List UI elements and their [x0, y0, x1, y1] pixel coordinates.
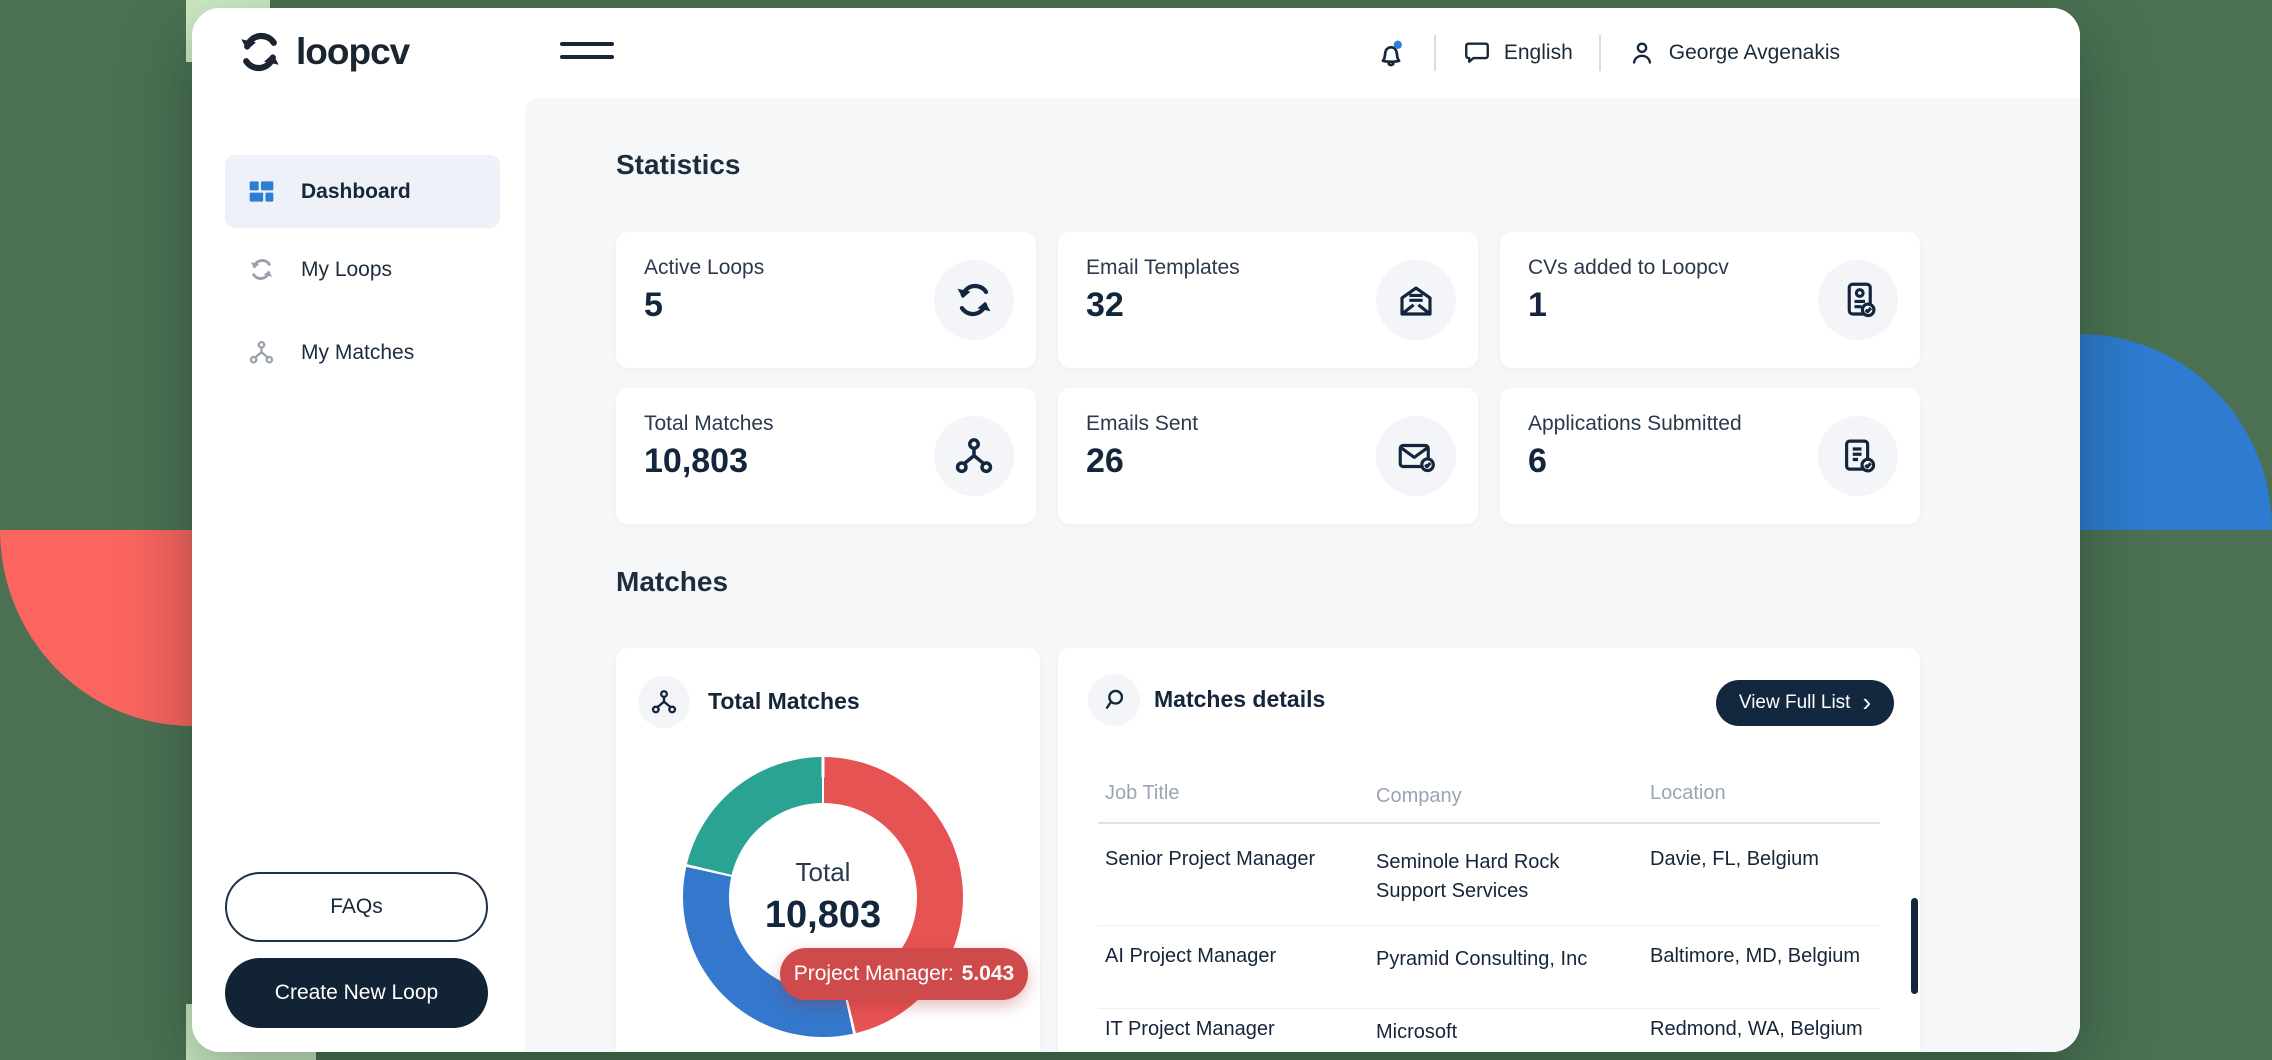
- table-header-divider: [1098, 822, 1880, 824]
- stat-card-cvs-added: CVs added to Loopcv 1: [1500, 232, 1920, 368]
- language-selector[interactable]: English: [1462, 38, 1573, 68]
- search-icon: [1100, 686, 1128, 714]
- loop-icon: [248, 256, 275, 283]
- cv-check-icon: [1837, 279, 1879, 321]
- table-row-divider: [1098, 1008, 1880, 1009]
- table-cell-location: Baltimore, MD, Belgium: [1650, 945, 1860, 968]
- table-row-divider: [1098, 925, 1880, 926]
- create-new-loop-label: Create New Loop: [275, 981, 438, 1005]
- loopcv-logo[interactable]: loopcv: [236, 28, 409, 76]
- mail-check-icon: [1395, 435, 1437, 477]
- top-header: loopcv English: [192, 8, 2080, 98]
- sidebar: Dashboard My Loops My Matches F: [192, 98, 525, 1052]
- donut-total-label: Total: [796, 857, 851, 888]
- stat-label: Active Loops: [644, 256, 764, 280]
- stat-label: CVs added to Loopcv: [1528, 256, 1729, 280]
- document-check-icon: [1837, 435, 1879, 477]
- matches-details-title: Matches details: [1154, 686, 1325, 713]
- sidebar-item-my-loops[interactable]: My Loops: [225, 233, 500, 306]
- matches-details-panel: Matches details View Full List › Job Tit…: [1058, 648, 1920, 1052]
- create-new-loop-button[interactable]: Create New Loop: [225, 958, 488, 1028]
- red-quarter-circle-decoration: [0, 530, 192, 726]
- view-full-list-button[interactable]: View Full List ›: [1716, 680, 1894, 726]
- loop-logo-icon: [236, 28, 284, 76]
- chat-bubble-icon: [1462, 38, 1492, 68]
- share-network-icon: [248, 339, 275, 366]
- stat-value: 10,803: [644, 442, 748, 481]
- mail-template-icon: [1395, 279, 1437, 321]
- column-header-location: Location: [1650, 782, 1726, 805]
- table-cell-company: Microsoft: [1376, 1018, 1626, 1047]
- stat-label: Email Templates: [1086, 256, 1240, 280]
- stat-value: 26: [1086, 442, 1124, 481]
- stat-value: 32: [1086, 286, 1124, 325]
- tooltip-label: Project Manager:: [794, 962, 954, 986]
- stat-label: Applications Submitted: [1528, 412, 1742, 436]
- sidebar-item-my-matches[interactable]: My Matches: [225, 316, 500, 389]
- header-right-cluster: English George Avgenakis: [1374, 8, 1840, 98]
- page-background: loopcv English: [0, 0, 2272, 1060]
- faqs-button-label: FAQs: [330, 895, 383, 919]
- stat-value: 1: [1528, 286, 1547, 325]
- notification-dot: [1394, 41, 1402, 49]
- blue-quarter-circle-decoration: [2080, 334, 2272, 530]
- sidebar-item-label: My Loops: [301, 258, 392, 282]
- statistics-heading: Statistics: [616, 149, 741, 181]
- sidebar-item-dashboard[interactable]: Dashboard: [225, 155, 500, 228]
- table-cell-job-title[interactable]: AI Project Manager: [1105, 945, 1276, 968]
- table-cell-job-title[interactable]: IT Project Manager: [1105, 1018, 1275, 1041]
- menu-hamburger-button[interactable]: [560, 42, 614, 59]
- notifications-bell-icon[interactable]: [1374, 36, 1408, 70]
- stat-card-active-loops: Active Loops 5: [616, 232, 1036, 368]
- stat-card-applications-submitted: Applications Submitted 6: [1500, 388, 1920, 524]
- chevron-right-icon: ›: [1862, 689, 1871, 715]
- total-matches-panel: Total Matches Total 10,803 Project Manag…: [616, 648, 1040, 1052]
- stat-label: Total Matches: [644, 412, 774, 436]
- logo-text: loopcv: [296, 31, 409, 73]
- donut-total-value: 10,803: [765, 894, 881, 937]
- stat-card-total-matches: Total Matches 10,803: [616, 388, 1036, 524]
- column-header-company: Company: [1376, 782, 1626, 811]
- table-cell-location: Davie, FL, Belgium: [1650, 848, 1819, 871]
- donut-tooltip-project-manager: Project Manager: 5.043: [780, 948, 1028, 1000]
- app-window: loopcv English: [192, 8, 2080, 1052]
- table-cell-company: Pyramid Consulting, Inc: [1376, 945, 1626, 974]
- table-cell-job-title[interactable]: Senior Project Manager: [1105, 848, 1315, 871]
- main-content: Statistics Active Loops 5 Email Template…: [525, 97, 2080, 1052]
- table-cell-location: Redmond, WA, Belgium: [1650, 1018, 1863, 1041]
- sidebar-item-label: My Matches: [301, 341, 414, 365]
- tooltip-value: 5.043: [962, 962, 1015, 986]
- user-menu[interactable]: George Avgenakis: [1627, 38, 1840, 68]
- header-divider: [1599, 35, 1601, 71]
- share-network-icon: [953, 435, 995, 477]
- user-name: George Avgenakis: [1669, 41, 1840, 65]
- column-header-job-title: Job Title: [1105, 782, 1179, 805]
- vertical-scrollbar[interactable]: [1911, 898, 1918, 994]
- loop-icon: [953, 279, 995, 321]
- stat-value: 5: [644, 286, 663, 325]
- stat-card-email-templates: Email Templates 32: [1058, 232, 1478, 368]
- table-cell-company: Seminole Hard Rock Support Services: [1376, 848, 1626, 906]
- donut-panel-title: Total Matches: [708, 688, 860, 715]
- matches-heading: Matches: [616, 566, 728, 598]
- stat-value: 6: [1528, 442, 1547, 481]
- share-network-icon: [650, 688, 678, 716]
- dashboard-grid-icon: [248, 178, 275, 205]
- faqs-button[interactable]: FAQs: [225, 872, 488, 942]
- user-icon: [1627, 38, 1657, 68]
- view-full-list-label: View Full List: [1739, 692, 1851, 714]
- header-divider: [1434, 35, 1436, 71]
- sidebar-item-label: Dashboard: [301, 180, 411, 204]
- stat-card-emails-sent: Emails Sent 26: [1058, 388, 1478, 524]
- stat-label: Emails Sent: [1086, 412, 1198, 436]
- language-label: English: [1504, 41, 1573, 65]
